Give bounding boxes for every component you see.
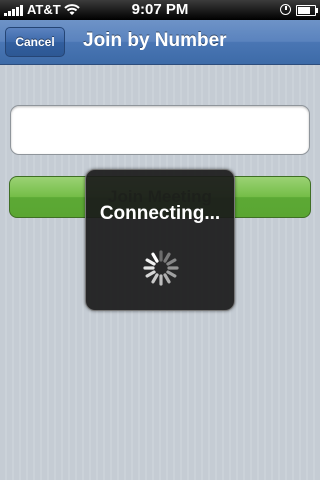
connecting-overlay: Connecting... bbox=[85, 169, 235, 311]
spinner-spoke bbox=[145, 258, 156, 266]
spinner-spoke bbox=[166, 270, 177, 278]
connecting-message: Connecting... bbox=[99, 203, 221, 224]
activity-spinner-icon bbox=[143, 250, 179, 286]
status-time: 9:07 PM bbox=[131, 1, 189, 18]
spinner-spoke bbox=[151, 273, 159, 284]
status-bar: AT&T 9:07 PM bbox=[0, 0, 320, 20]
clock-icon bbox=[280, 4, 291, 15]
spinner-spoke bbox=[163, 252, 171, 263]
cancel-button[interactable]: Cancel bbox=[5, 27, 65, 57]
navigation-bar: Cancel Join by Number bbox=[0, 20, 320, 65]
spinner-spoke bbox=[145, 270, 156, 278]
meeting-number-field[interactable] bbox=[10, 105, 310, 155]
spinner-spoke bbox=[163, 273, 171, 284]
battery-icon bbox=[296, 5, 318, 16]
page-title: Join by Number bbox=[83, 30, 227, 51]
spinner-spoke bbox=[151, 252, 159, 263]
spinner-spoke bbox=[166, 258, 177, 266]
